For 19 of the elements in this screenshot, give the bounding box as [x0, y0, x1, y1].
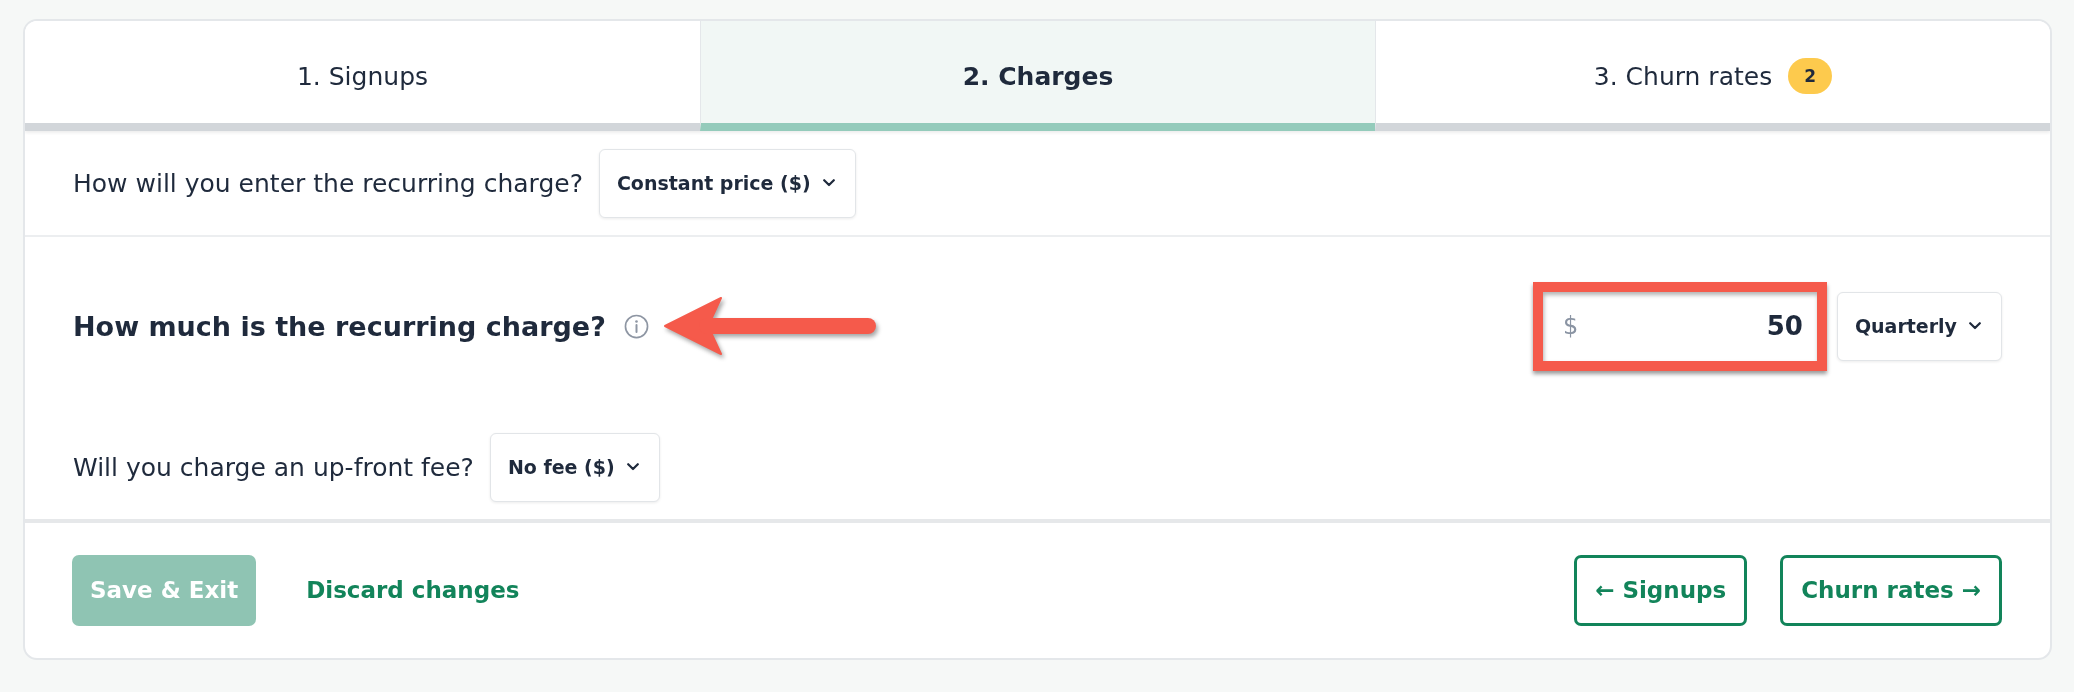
chevron-down-icon — [1969, 322, 1981, 330]
currency-symbol: $ — [1562, 312, 1579, 340]
count-badge: 2 — [1788, 58, 1833, 94]
next-button[interactable]: Churn rates → — [1780, 554, 2002, 626]
question-label: How will you enter the recurring charge? — [73, 168, 583, 198]
question-label: Will you charge an up-front fee? — [73, 452, 474, 482]
dropdown[interactable]: Quarterly — [1836, 291, 2002, 361]
amount-field[interactable]: $ 50 — [1542, 291, 1817, 361]
tab[interactable]: 2. Charges — [700, 21, 1375, 131]
chevron-down-icon — [626, 463, 639, 471]
info-icon[interactable] — [623, 313, 649, 339]
discard-link[interactable]: Discard changes — [306, 577, 520, 603]
tab[interactable]: 1. Signups — [25, 21, 700, 131]
dropdown[interactable]: No fee ($) — [489, 432, 660, 502]
chevron-down-icon — [822, 179, 835, 187]
question-heading: How much is the recurring charge? — [73, 310, 606, 342]
tab[interactable]: 3. Churn rates 2 — [1375, 21, 2050, 131]
dropdown[interactable]: Constant price ($) — [598, 148, 856, 218]
back-button[interactable]: ← Signups — [1574, 554, 1748, 626]
